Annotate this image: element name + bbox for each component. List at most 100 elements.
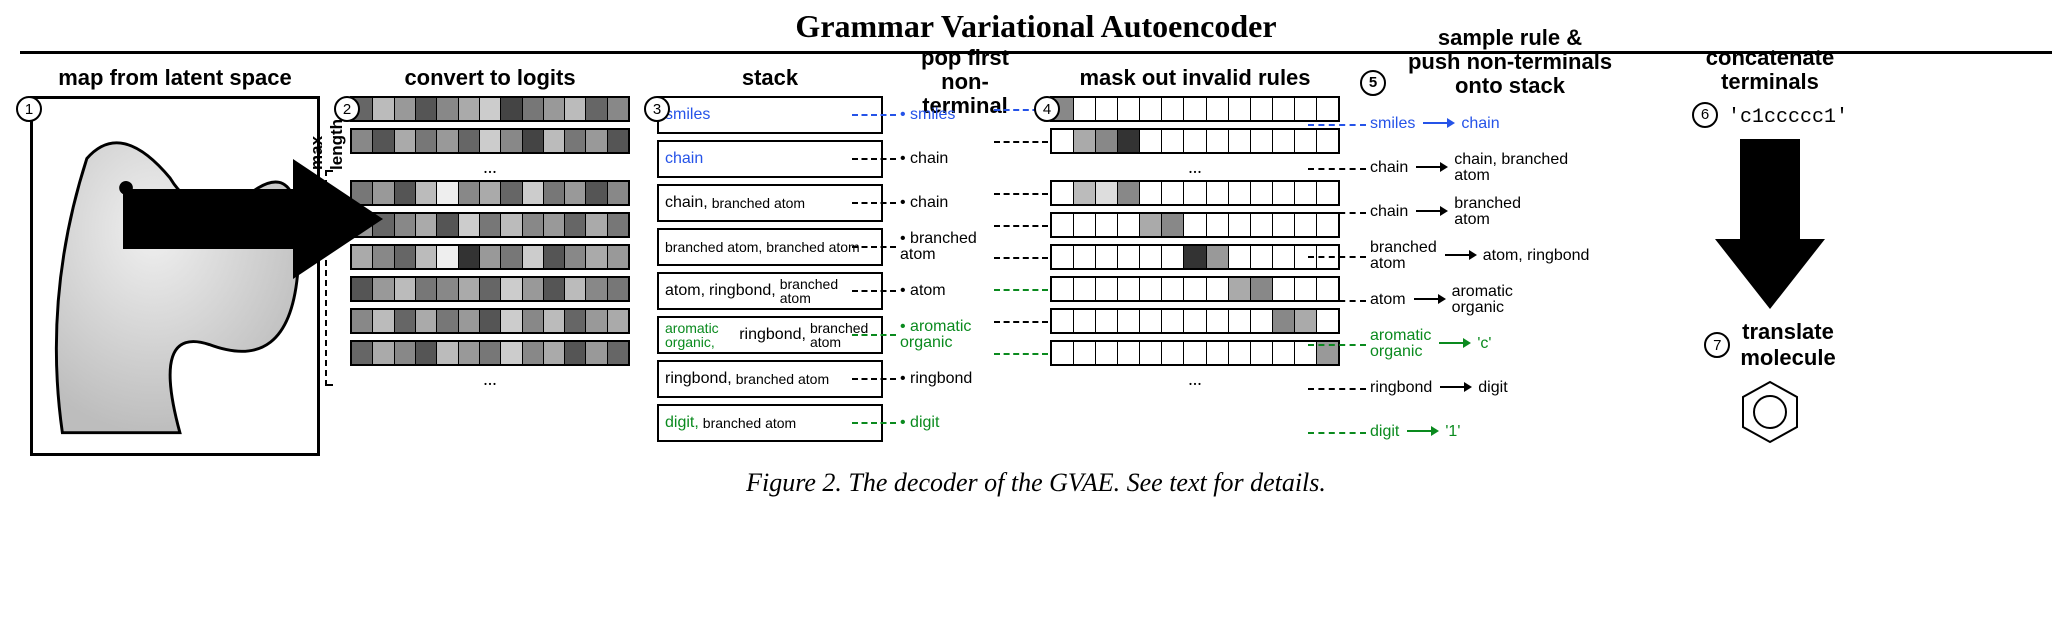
logit-cell: [395, 182, 416, 204]
mask-row: [1050, 96, 1340, 122]
logit-cell: [459, 182, 480, 204]
stack-entry: smiles: [657, 96, 883, 134]
step-badge-6: 6: [1692, 102, 1718, 128]
mask-cell: [1207, 278, 1229, 300]
logit-cell: [565, 342, 586, 364]
col-stack: 3 stack smileschainchain,branched atombr…: [650, 66, 890, 442]
mask-cell: [1317, 130, 1338, 152]
mask-cell: [1184, 98, 1206, 120]
logit-cell: [565, 310, 586, 332]
logit-cell: [395, 214, 416, 236]
rule-lhs: aromaticorganic: [1370, 328, 1431, 360]
mask-row: [1050, 180, 1340, 206]
col-mask: 4 mask out invalid rules ......: [1040, 66, 1350, 386]
mask-cell: [1317, 278, 1338, 300]
rule-arrow-icon: [1421, 116, 1455, 132]
mask-cell: [1273, 310, 1295, 332]
mask-cell: [1273, 342, 1295, 364]
mask-cell: [1162, 182, 1184, 204]
mask-cell: [1140, 342, 1162, 364]
mask-cell: [1118, 310, 1140, 332]
logit-cell: [501, 246, 522, 268]
logit-cell: [608, 182, 628, 204]
head-stack: stack: [650, 66, 890, 90]
mask-cell: [1162, 130, 1184, 152]
mask-cell: [1251, 278, 1273, 300]
mask-cell: [1096, 246, 1118, 268]
logit-cell: [459, 278, 480, 300]
mask-cell: [1229, 310, 1251, 332]
mask-cell: [1074, 278, 1096, 300]
ellipsis: ...: [483, 372, 497, 386]
col-sample: sample rule &push non-terminalsonto stac…: [1360, 66, 1660, 451]
step-badge-5: 5: [1360, 70, 1386, 96]
head-sample: sample rule &push non-terminalsonto stac…: [1360, 26, 1660, 99]
mask-row: [1050, 212, 1340, 238]
stack-entry: ringbond, branched atom: [657, 360, 883, 398]
mask-cell: [1229, 130, 1251, 152]
mask-cell: [1207, 98, 1229, 120]
stack-token: branched atom,: [665, 240, 762, 254]
logit-cell: [416, 130, 437, 152]
stack-entry: aromatic organic,ringbond,branched atom: [657, 316, 883, 354]
rule-lhs: ringbond: [1370, 380, 1432, 396]
logit-cell: [544, 278, 565, 300]
mask-cell: [1052, 246, 1074, 268]
logit-cell: [544, 130, 565, 152]
mask-cell: [1096, 278, 1118, 300]
mask-cell: [1207, 182, 1229, 204]
logit-cell: [437, 310, 458, 332]
latent-space-box: [30, 96, 320, 456]
logit-cell: [480, 246, 501, 268]
mask-cell: [1251, 182, 1273, 204]
logit-row: [350, 128, 630, 154]
mask-cell: [1295, 310, 1317, 332]
logit-cell: [501, 310, 522, 332]
stack-token: chain,: [665, 195, 708, 211]
mask-cell: [1118, 278, 1140, 300]
mask-cell: [1251, 342, 1273, 364]
mask-cell: [1207, 246, 1229, 268]
logit-cell: [459, 130, 480, 152]
logit-cell: [586, 98, 607, 120]
logit-cell: [565, 182, 586, 204]
mask-cell: [1074, 342, 1096, 364]
logit-cell: [501, 342, 522, 364]
logit-cell: [523, 182, 544, 204]
stack-token: branched atom: [736, 372, 829, 386]
logit-cell: [523, 130, 544, 152]
logit-cell: [523, 214, 544, 236]
logit-row: [350, 96, 630, 122]
mask-cell: [1251, 130, 1273, 152]
step-badge-7: 7: [1704, 332, 1730, 358]
popped-nonterminal: • aromaticorganic: [900, 316, 971, 354]
mask-cell: [1052, 214, 1074, 236]
mask-cell: [1162, 342, 1184, 364]
logit-cell: [459, 246, 480, 268]
mask-cell: [1140, 246, 1162, 268]
mask-cell: [1184, 278, 1206, 300]
rule-rhs: chain: [1461, 116, 1499, 132]
popped-nonterminal: • digit: [900, 404, 939, 442]
mask-row: [1050, 128, 1340, 154]
stack-entry: chain: [657, 140, 883, 178]
mask-cell: [1140, 214, 1162, 236]
logit-cell: [523, 98, 544, 120]
logit-cell: [395, 278, 416, 300]
mask-cell: [1251, 98, 1273, 120]
logit-cell: [352, 310, 373, 332]
mask-cell: [1295, 182, 1317, 204]
logit-cell: [523, 342, 544, 364]
mask-cell: [1273, 130, 1295, 152]
rule-arrow-icon: [1437, 336, 1471, 352]
logit-cell: [586, 342, 607, 364]
logit-cell: [373, 130, 394, 152]
mask-cell: [1251, 214, 1273, 236]
translate-label: translatemolecule: [1740, 319, 1835, 371]
logit-cell: [352, 130, 373, 152]
head-concat: concatenateterminals: [1706, 46, 1834, 94]
benzene-icon: [1735, 377, 1805, 447]
stack-token: ringbond,: [665, 371, 732, 387]
stack-entry: chain,branched atom: [657, 184, 883, 222]
logit-cell: [395, 98, 416, 120]
